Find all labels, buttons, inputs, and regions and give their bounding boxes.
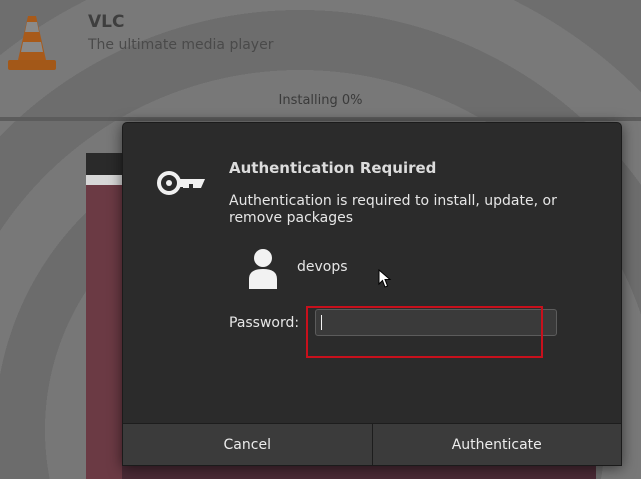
app-tagline: The ultimate media player bbox=[88, 37, 274, 53]
vlc-cone-icon bbox=[8, 16, 56, 70]
key-icon bbox=[157, 171, 205, 195]
authenticate-button[interactable]: Authenticate bbox=[371, 424, 621, 465]
cancel-button[interactable]: Cancel bbox=[123, 424, 372, 465]
dialog-title: Authentication Required bbox=[229, 159, 437, 177]
dialog-message: Authentication is required to install, u… bbox=[229, 193, 557, 226]
app-details-header: VLC The ultimate media player Installing… bbox=[0, 0, 641, 118]
install-progress-bar bbox=[0, 117, 641, 121]
user-avatar-icon bbox=[249, 249, 277, 289]
install-status: Installing 0% bbox=[278, 93, 363, 108]
authentication-dialog: Authentication Required Authentication i… bbox=[122, 122, 622, 466]
mouse-pointer-icon bbox=[378, 269, 392, 288]
screenshot-window bbox=[86, 153, 122, 479]
app-name: VLC bbox=[88, 12, 125, 32]
password-label: Password: bbox=[229, 315, 300, 331]
dialog-button-row: Cancel Authenticate bbox=[123, 423, 621, 465]
username-label: devops bbox=[297, 259, 348, 275]
annotation-highlight-box bbox=[306, 306, 543, 358]
